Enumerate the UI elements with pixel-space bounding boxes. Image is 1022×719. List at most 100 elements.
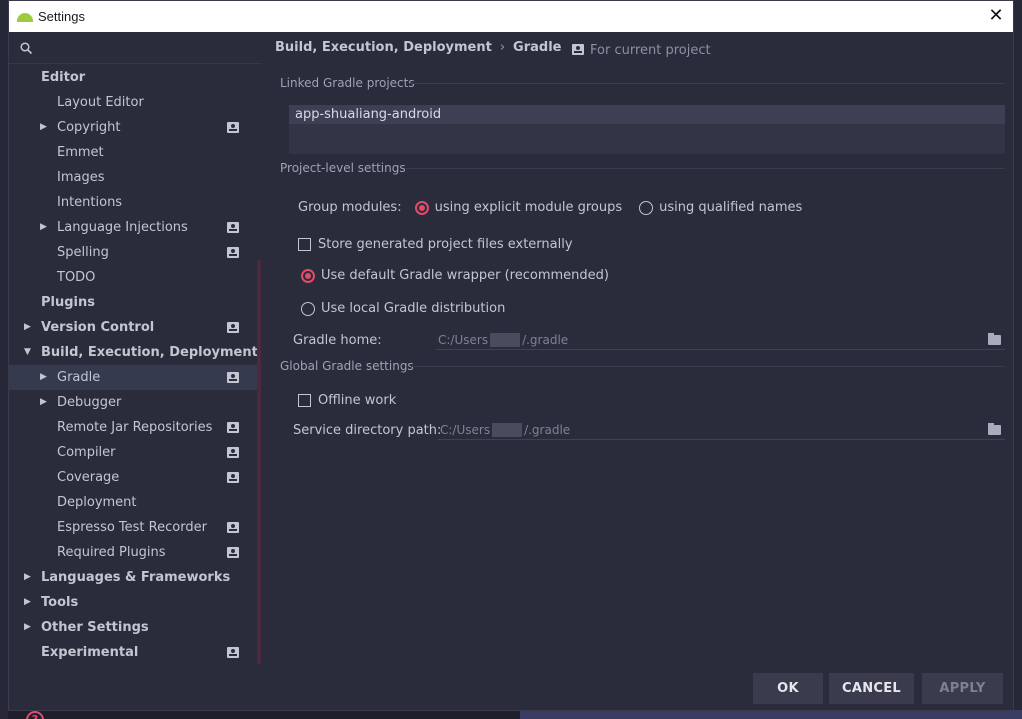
group-explicit-label[interactable]: using explicit module groups	[435, 200, 623, 215]
service-dir-label: Service directory path:	[293, 423, 442, 438]
global-settings-title: Global Gradle settings	[280, 359, 414, 373]
collapsed-arrow-icon[interactable]: ▶	[40, 390, 47, 415]
sidebar-item-label: TODO	[57, 270, 96, 285]
settings-dialog: Settings ✕ Editor Layout Editor ▶ Copyright…	[8, 0, 1014, 719]
collapsed-arrow-icon[interactable]: ▶	[24, 315, 31, 340]
sidebar-item-version-control[interactable]: ▶ Version Control	[9, 315, 257, 340]
project-scope-icon	[572, 44, 584, 55]
sidebar-item-copyright[interactable]: ▶ Copyright	[9, 115, 257, 140]
gradle-home-prefix: C:/Users	[438, 333, 489, 347]
sidebar-item-label: Copyright	[57, 120, 121, 135]
sidebar-item-label: Gradle	[57, 370, 101, 385]
collapsed-arrow-icon[interactable]: ▶	[40, 365, 47, 390]
help-icon[interactable]: ?	[26, 711, 44, 719]
sidebar-item-spelling[interactable]: Spelling	[9, 240, 257, 265]
sidebar-item-build-execution-deployment[interactable]: ▼ Build, Execution, Deployment	[9, 340, 258, 365]
sidebar-item-coverage[interactable]: Coverage	[9, 465, 257, 490]
collapsed-arrow-icon[interactable]: ▶	[40, 115, 47, 140]
sidebar-item-label: Plugins	[41, 295, 95, 310]
linked-project-item[interactable]: app-shualiang-android	[289, 105, 1005, 124]
sidebar-item-remote-jar-repositories[interactable]: Remote Jar Repositories	[9, 415, 257, 440]
sidebar-item-images[interactable]: Images	[9, 165, 257, 190]
local-distribution-row[interactable]: Use local Gradle distribution	[301, 301, 505, 316]
collapsed-arrow-icon[interactable]: ▶	[24, 590, 31, 615]
project-scope-icon	[227, 647, 239, 658]
breadcrumb-parent[interactable]: Build, Execution, Deployment	[275, 40, 492, 55]
collapsed-arrow-icon[interactable]: ▶	[24, 565, 31, 590]
sidebar-item-todo[interactable]: TODO	[9, 265, 257, 290]
sidebar-item-espresso-test-recorder[interactable]: Espresso Test Recorder	[9, 515, 257, 540]
cancel-button[interactable]: CANCEL	[829, 673, 914, 704]
project-level-divider	[405, 168, 1005, 169]
sidebar-item-gradle[interactable]: ▶ Gradle	[9, 365, 257, 390]
search-icon	[20, 42, 33, 58]
default-wrapper-row[interactable]: Use default Gradle wrapper (recommended)	[301, 268, 609, 283]
folder-icon[interactable]	[988, 423, 1001, 435]
android-studio-icon	[17, 11, 33, 22]
sidebar-item-label: Intentions	[57, 195, 123, 210]
sidebar-item-label: Deployment	[57, 495, 137, 510]
service-dir-field[interactable]: C:/Users /.gradle	[438, 420, 1005, 440]
breadcrumb-current: Gradle	[513, 40, 562, 55]
sidebar-item-languages-frameworks[interactable]: ▶ Languages & Frameworks	[9, 565, 257, 590]
search-row	[9, 32, 262, 64]
sidebar-item-intentions[interactable]: Intentions	[9, 190, 257, 215]
service-dir-prefix: C:/Users	[440, 423, 491, 437]
offline-work-checkbox[interactable]	[298, 394, 311, 407]
sidebar-item-label: Emmet	[57, 145, 104, 160]
group-modules-row: Group modules: using explicit module gro…	[298, 200, 802, 215]
sidebar-item-layout-editor[interactable]: Layout Editor	[9, 90, 257, 115]
sidebar-item-label: Experimental	[41, 645, 139, 660]
project-scope-icon	[227, 472, 239, 483]
sidebar-item-plugins[interactable]: Plugins	[9, 290, 257, 315]
folder-icon[interactable]	[988, 333, 1001, 345]
sidebar-item-deployment[interactable]: Deployment	[9, 490, 257, 515]
project-scope-icon	[227, 122, 239, 133]
ok-button[interactable]: OK	[753, 673, 823, 704]
redacted-username	[492, 423, 523, 437]
sidebar-item-language-injections[interactable]: ▶ Language Injections	[9, 215, 257, 240]
offline-work-row[interactable]: Offline work	[298, 393, 396, 408]
store-external-row[interactable]: Store generated project files externally	[298, 237, 573, 252]
collapsed-arrow-icon[interactable]: ▶	[24, 615, 31, 640]
store-external-checkbox[interactable]	[298, 238, 311, 251]
close-button[interactable]: ✕	[987, 7, 1005, 25]
sidebar-item-editor[interactable]: Editor	[9, 65, 257, 90]
window-title: Settings	[38, 9, 85, 24]
background-ide-right	[1014, 0, 1022, 719]
default-wrapper-label[interactable]: Use default Gradle wrapper (recommended)	[321, 268, 609, 283]
sidebar-scrollbar[interactable]	[257, 260, 261, 664]
offline-work-label[interactable]: Offline work	[318, 393, 396, 408]
local-distribution-radio[interactable]	[301, 301, 315, 316]
search-input[interactable]	[39, 38, 254, 58]
linked-projects-title: Linked Gradle projects	[280, 76, 415, 90]
group-modules-label: Group modules:	[298, 200, 402, 215]
collapsed-arrow-icon[interactable]: ▶	[40, 215, 47, 240]
linked-projects-list[interactable]: app-shualiang-android	[289, 105, 1005, 154]
local-distribution-label[interactable]: Use local Gradle distribution	[321, 301, 505, 316]
settings-tree: Editor Layout Editor ▶ Copyright Emmet Images…	[9, 65, 258, 665]
sidebar-item-debugger[interactable]: ▶ Debugger	[9, 390, 257, 415]
sidebar-item-required-plugins[interactable]: Required Plugins	[9, 540, 257, 565]
group-explicit-radio[interactable]	[414, 200, 429, 215]
linked-projects-divider	[410, 83, 1005, 84]
group-qualified-radio[interactable]	[639, 200, 654, 215]
project-scope-icon	[227, 522, 239, 533]
sidebar-item-other-settings[interactable]: ▶ Other Settings	[9, 615, 257, 640]
expanded-arrow-icon[interactable]: ▼	[24, 340, 31, 365]
settings-sidebar: Editor Layout Editor ▶ Copyright Emmet Images…	[9, 32, 262, 719]
store-external-label[interactable]: Store generated project files externally	[318, 237, 573, 252]
sidebar-item-label: Languages & Frameworks	[41, 570, 231, 585]
gradle-home-field[interactable]: C:/Users /.gradle	[436, 330, 1005, 350]
sidebar-item-compiler[interactable]: Compiler	[9, 440, 257, 465]
default-wrapper-radio[interactable]	[301, 268, 315, 283]
project-level-title: Project-level settings	[280, 161, 406, 175]
project-scope-icon	[227, 222, 239, 233]
sidebar-item-label: Spelling	[57, 245, 109, 260]
group-qualified-label[interactable]: using qualified names	[659, 200, 802, 215]
global-settings-divider	[411, 366, 1005, 367]
apply-button[interactable]: APPLY	[922, 673, 1003, 704]
sidebar-item-emmet[interactable]: Emmet	[9, 140, 257, 165]
sidebar-item-experimental[interactable]: Experimental	[9, 640, 257, 665]
sidebar-item-tools[interactable]: ▶ Tools	[9, 590, 257, 615]
